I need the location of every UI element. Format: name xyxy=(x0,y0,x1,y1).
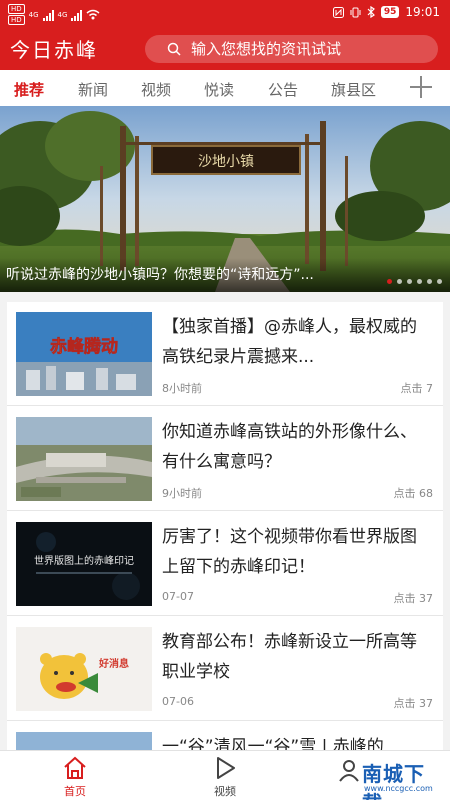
news-list: 赤峰腾动 【独家首播】@赤峰人，最权威的高铁纪录片震撼来... 8小时前 点击 … xyxy=(7,302,443,750)
tab-county[interactable]: 旗县区 xyxy=(331,79,376,100)
news-time: 07-07 xyxy=(162,590,194,603)
carousel-dots xyxy=(387,279,442,284)
status-left: HD HD 4G 4G xyxy=(8,4,100,25)
signal-icon xyxy=(42,9,54,21)
news-thumbnail: 好消息 xyxy=(16,627,152,711)
news-views: 点击 7 xyxy=(400,382,434,395)
news-item[interactable]: 世界版图上的赤峰印记 厉害了！这个视频带你看世界版图上留下的赤峰印记！ 07-0… xyxy=(7,512,443,616)
carousel-dot[interactable] xyxy=(437,279,442,284)
banner-title[interactable]: 听说过赤峰的沙地小镇吗？你想要的“诗和远方”... xyxy=(6,264,411,284)
network-label: 4G xyxy=(28,10,39,19)
news-title[interactable]: 一“谷”清风一“谷”雪 | 赤峰的 xyxy=(162,732,430,750)
status-right: 95 19:01 xyxy=(332,5,440,19)
top-bar: HD HD 4G 4G 95 19:01 今日赤峰 输入您想找的资讯试试 xyxy=(0,0,450,70)
news-title[interactable]: 你知道赤峰高铁站的外形像什么、有什么寓意吗？ xyxy=(162,417,430,477)
nfc-icon xyxy=(332,6,344,18)
nav-home[interactable]: 首页 xyxy=(45,755,105,799)
news-item[interactable]: 好消息 教育部公布！赤峰新设立一所高等职业学校 07-06 点击 37 xyxy=(7,617,443,721)
nav-video[interactable]: 视频 xyxy=(195,755,255,799)
news-item[interactable]: 赤峰腾动 【独家首播】@赤峰人，最权威的高铁纪录片震撼来... 8小时前 点击 … xyxy=(7,302,443,406)
home-icon xyxy=(64,756,86,779)
search-bar[interactable] xyxy=(145,35,438,63)
vibrate-icon xyxy=(350,7,361,17)
battery-icon: 95 xyxy=(380,6,400,18)
thumbnail-text: 世界版图上的赤峰印记 xyxy=(34,554,134,567)
app-logo: 今日赤峰 xyxy=(10,38,98,62)
news-views: 点击 37 xyxy=(393,697,434,710)
tab-recommend[interactable]: 推荐 xyxy=(14,79,44,108)
carousel-dot[interactable] xyxy=(397,279,402,284)
carousel-dot[interactable] xyxy=(407,279,412,284)
news-item[interactable]: 一“谷”清风一“谷”雪 | 赤峰的 xyxy=(7,722,443,750)
hd-badges: HD HD xyxy=(8,4,25,25)
carousel-dot[interactable] xyxy=(387,279,392,284)
thumbnail-text: 赤峰腾动 xyxy=(50,336,118,357)
watermark-url: www.nccgcc.com xyxy=(364,784,433,793)
add-tab-icon[interactable] xyxy=(410,76,432,98)
news-thumbnail xyxy=(16,732,152,750)
news-time: 8小时前 xyxy=(162,382,202,395)
news-title[interactable]: 教育部公布！赤峰新设立一所高等职业学校 xyxy=(162,627,430,687)
news-title[interactable]: 【独家首播】@赤峰人，最权威的高铁纪录片震撼来... xyxy=(162,312,430,372)
nav-video-label: 视频 xyxy=(214,785,236,798)
carousel-dot[interactable] xyxy=(417,279,422,284)
status-bar: HD HD 4G 4G 95 19:01 xyxy=(0,0,450,28)
thumbnail-text: 好消息 xyxy=(98,657,129,670)
tab-video[interactable]: 视频 xyxy=(141,79,171,100)
tab-notice[interactable]: 公告 xyxy=(268,79,298,100)
news-thumbnail: 赤峰腾动 xyxy=(16,312,152,396)
news-views: 点击 37 xyxy=(393,592,434,605)
banner-carousel[interactable]: 沙地小镇 听说过赤峰的沙地小镇吗？你想要的“诗和远方”... xyxy=(0,106,450,292)
app-header: 今日赤峰 xyxy=(0,30,450,68)
wifi-icon xyxy=(86,9,100,20)
bluetooth-icon xyxy=(367,6,375,18)
news-time: 07-06 xyxy=(162,695,194,708)
news-title[interactable]: 厉害了！这个视频带你看世界版图上留下的赤峰印记！ xyxy=(162,522,430,582)
news-views: 点击 68 xyxy=(393,487,434,500)
hd-badge: HD xyxy=(8,4,25,14)
nav-home-label: 首页 xyxy=(64,785,86,798)
news-thumbnail xyxy=(16,417,152,501)
tab-reading[interactable]: 悦读 xyxy=(204,79,234,100)
category-tabs: 推荐 新闻 视频 悦读 公告 旗县区 xyxy=(0,70,450,108)
banner-sign-text: 沙地小镇 xyxy=(198,154,254,170)
search-icon xyxy=(167,42,181,56)
clock: 19:01 xyxy=(405,5,440,19)
news-item[interactable]: 你知道赤峰高铁站的外形像什么、有什么寓意吗？ 9小时前 点击 68 xyxy=(7,407,443,511)
search-input[interactable] xyxy=(191,40,421,58)
network-label: 4G xyxy=(57,10,68,19)
watermark-logo: 南城下载 www.nccgcc.com xyxy=(342,758,442,800)
tab-news[interactable]: 新闻 xyxy=(78,79,108,100)
news-time: 9小时前 xyxy=(162,487,202,500)
watermark-text: 南城下载 xyxy=(362,762,425,800)
play-icon xyxy=(217,757,235,779)
signal-icon xyxy=(71,9,83,21)
carousel-dot[interactable] xyxy=(427,279,432,284)
news-thumbnail: 世界版图上的赤峰印记 xyxy=(16,522,152,606)
hd-badge: HD xyxy=(8,15,25,25)
